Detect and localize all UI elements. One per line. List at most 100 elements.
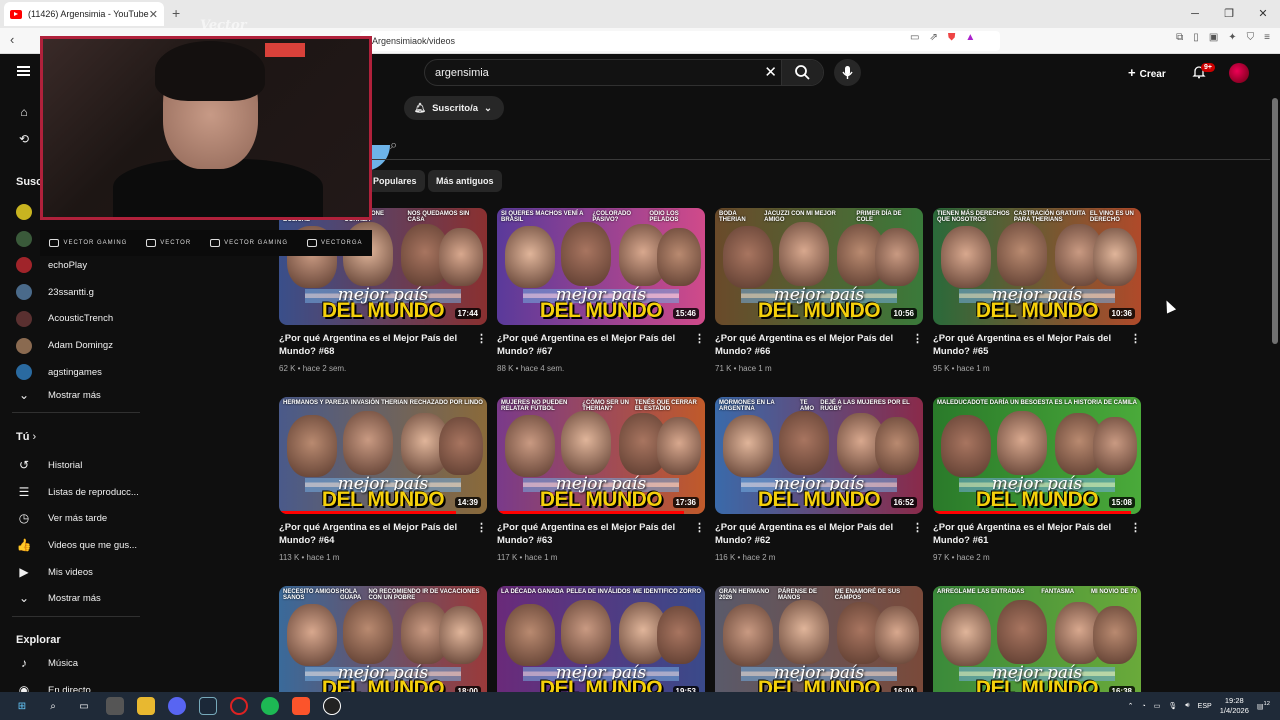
video-meta: 117 K • hace 1 m [497, 553, 558, 562]
tab-close-icon[interactable]: ✕ [149, 8, 158, 21]
file-explorer-icon[interactable] [137, 697, 155, 715]
more-options-icon[interactable]: ⋮ [694, 521, 705, 534]
clear-search-icon[interactable]: ✕ [764, 63, 777, 81]
create-button[interactable]: + Crear [1128, 65, 1166, 80]
task-view-icon[interactable]: ▭ [75, 697, 93, 715]
you-heading[interactable]: Tú › [16, 431, 36, 443]
video-thumbnail[interactable]: Maleducado Te daría un beso Esta es la his… [933, 397, 1141, 514]
video-thumbnail[interactable]: La década ganada Pelea de inválidos Me ide… [497, 586, 705, 703]
show-more-subscriptions[interactable]: ⌄ Mostrar más [0, 383, 152, 407]
vpn-icon[interactable]: ⛉ [1247, 32, 1255, 43]
thumbnail-caption: Nos quedamos sin casa [407, 211, 470, 223]
close-window-button[interactable]: ✕ [1246, 0, 1280, 28]
video-title[interactable]: ¿Por qué Argentina es el Mejor País del … [279, 521, 469, 547]
cast-icon[interactable]: ▭ [910, 32, 919, 43]
browser-tab[interactable]: (11426) Argensimia - YouTube ✕ [4, 2, 164, 26]
minimize-button[interactable]: ─ [1178, 0, 1212, 28]
new-tab-button[interactable]: + [172, 5, 180, 21]
chip-oldest[interactable]: Más antiguos [428, 170, 502, 192]
spotify-icon[interactable] [261, 697, 279, 715]
mic-icon[interactable]: 🎙︎ [1168, 702, 1177, 710]
app-icon[interactable] [106, 697, 124, 715]
menu-icon[interactable] [17, 66, 30, 76]
home-icon: ⌂ [20, 105, 28, 119]
overlay-social-bar: VECTOR GAMING VECTOR VECTOR GAMING VECTO… [40, 230, 372, 256]
video-title[interactable]: ¿Por qué Argentina es el Mejor País del … [933, 332, 1123, 358]
account-avatar[interactable] [1229, 63, 1249, 83]
search-box[interactable]: argensimia ✕ [424, 59, 824, 86]
steam-icon[interactable] [199, 697, 217, 715]
windows-start-icon[interactable]: ⊞ [13, 697, 31, 715]
wallet-icon[interactable]: ▣ [1209, 32, 1218, 43]
sidebar-item-liked[interactable]: 👍 Videos que me gus... [0, 533, 152, 557]
obs-icon[interactable] [323, 697, 341, 715]
search-input[interactable]: argensimia [435, 67, 489, 79]
video-thumbnail[interactable]: Arreglame las entradas Fantasma Mi novio d… [933, 586, 1141, 703]
volume-icon[interactable]: 🔊︎ [1185, 702, 1189, 710]
more-options-icon[interactable]: ⋮ [476, 332, 487, 345]
sidebar-item-music[interactable]: ♪ Música [0, 651, 152, 675]
maximize-button[interactable]: ❐ [1212, 0, 1246, 28]
history-icon: ↺ [18, 458, 30, 472]
subscription-item[interactable]: AcousticTrench [0, 307, 152, 331]
search-button[interactable] [781, 60, 823, 85]
subscriptions-heading[interactable]: Susc [16, 176, 42, 188]
more-options-icon[interactable]: ⋮ [1130, 332, 1141, 345]
subscription-item[interactable]: 23ssantti.g [0, 280, 152, 304]
extensions-icon[interactable]: ⧉ [1176, 32, 1183, 43]
share-icon[interactable]: ⇗ [929, 32, 937, 43]
video-thumbnail[interactable]: Mormones en la Argentina Te amo Dejé a las… [715, 397, 923, 514]
clock[interactable]: 19:28 1/4/2026 [1220, 696, 1249, 716]
back-icon[interactable]: ‹ [10, 32, 14, 47]
battery-icon[interactable]: ▭ [1154, 702, 1161, 710]
video-title[interactable]: ¿Por qué Argentina es el Mejor País del … [279, 332, 469, 358]
video-title[interactable]: ¿Por qué Argentina es el Mejor País del … [933, 521, 1123, 547]
show-more-you[interactable]: ⌄ Mostrar más [0, 586, 152, 610]
video-thumbnail[interactable]: Boda therian Jacuzzi con mi mejor amigo Pr… [715, 208, 923, 325]
more-options-icon[interactable]: ⋮ [694, 332, 705, 345]
subscription-item[interactable]: echoPlay [0, 253, 152, 277]
brave-icon[interactable] [292, 697, 310, 715]
tray-chevron-icon[interactable]: ⌃ [1128, 702, 1134, 710]
rewards-icon[interactable]: ▲ [965, 32, 975, 43]
video-thumbnail[interactable]: Si queres machos vení a Brasil ¿Colorado … [497, 208, 705, 325]
video-thumbnail[interactable]: Mujeres no pueden relatar fútbol ¿Cómo se… [497, 397, 705, 514]
sidebar-item-watch-later[interactable]: ◷ Ver más tarde [0, 506, 152, 530]
more-options-icon[interactable]: ⋮ [1130, 521, 1141, 534]
sidebar-item-my-videos[interactable]: ▶ Mis videos [0, 560, 152, 584]
channel-search-icon[interactable]: ⌕ [390, 137, 397, 153]
more-options-icon[interactable]: ⋮ [912, 332, 923, 345]
leo-icon[interactable]: ✦ [1228, 32, 1236, 43]
language-indicator[interactable]: ESP [1198, 703, 1212, 710]
video-thumbnail[interactable]: Necesito amigos sanos Hola guapa No recomi… [279, 586, 487, 703]
video-title[interactable]: ¿Por qué Argentina es el Mejor País del … [715, 521, 905, 547]
menu-icon[interactable]: ≡ [1264, 32, 1270, 43]
sidebar-item-history[interactable]: ↺ Historial [0, 453, 152, 477]
search-icon[interactable]: ⌕ [44, 697, 62, 715]
video-thumbnail[interactable]: Gran Hermano 2026 Párense de manos Me enam… [715, 586, 923, 703]
video-thumbnail[interactable]: Tienen más derechos que nosotros Castraci… [933, 208, 1141, 325]
system-tray: ⌃ ◔ ▭ 🎙︎ 🔊︎ ESP 19:28 1/4/2026 ▤12 [1128, 692, 1280, 720]
thumbnail-caption: Mujeres no pueden relatar fútbol [501, 400, 568, 412]
sidebar-item-playlists[interactable]: ☰ Listas de reproducc... [0, 480, 152, 504]
subscription-item[interactable]: Adam Domingz [0, 334, 152, 358]
opera-icon[interactable] [230, 697, 248, 715]
chip-popular[interactable]: Populares [365, 170, 425, 192]
discord-icon[interactable] [168, 697, 186, 715]
voice-search-button[interactable] [834, 59, 861, 86]
video-title[interactable]: ¿Por qué Argentina es el Mejor País del … [497, 332, 687, 358]
notification-center-icon[interactable]: ▤12 [1257, 701, 1270, 710]
video-thumbnail[interactable]: Hermanos y pareja Invasión therian Rechaza… [279, 397, 487, 514]
video-title[interactable]: ¿Por qué Argentina es el Mejor País del … [497, 521, 687, 547]
video-title[interactable]: ¿Por qué Argentina es el Mejor País del … [715, 332, 905, 358]
wifi-icon[interactable]: ◔ [1142, 703, 1146, 710]
video-thumbnail[interactable]: Por ir a un bolicheVio me pone correaNos… [279, 208, 487, 325]
more-options-icon[interactable]: ⋮ [912, 521, 923, 534]
more-options-icon[interactable]: ⋮ [476, 521, 487, 534]
brave-shield-icon[interactable]: ⛊ [948, 32, 956, 43]
subscribed-button[interactable]: 🔔︎ Suscrito/a ⌄ [404, 96, 504, 120]
sidebar-icon[interactable]: ▯ [1193, 32, 1199, 43]
address-bar[interactable]: Argensimiaok/videos [360, 31, 1000, 51]
subscription-item[interactable]: agstingames [0, 360, 152, 384]
scrollbar[interactable] [1272, 98, 1278, 344]
